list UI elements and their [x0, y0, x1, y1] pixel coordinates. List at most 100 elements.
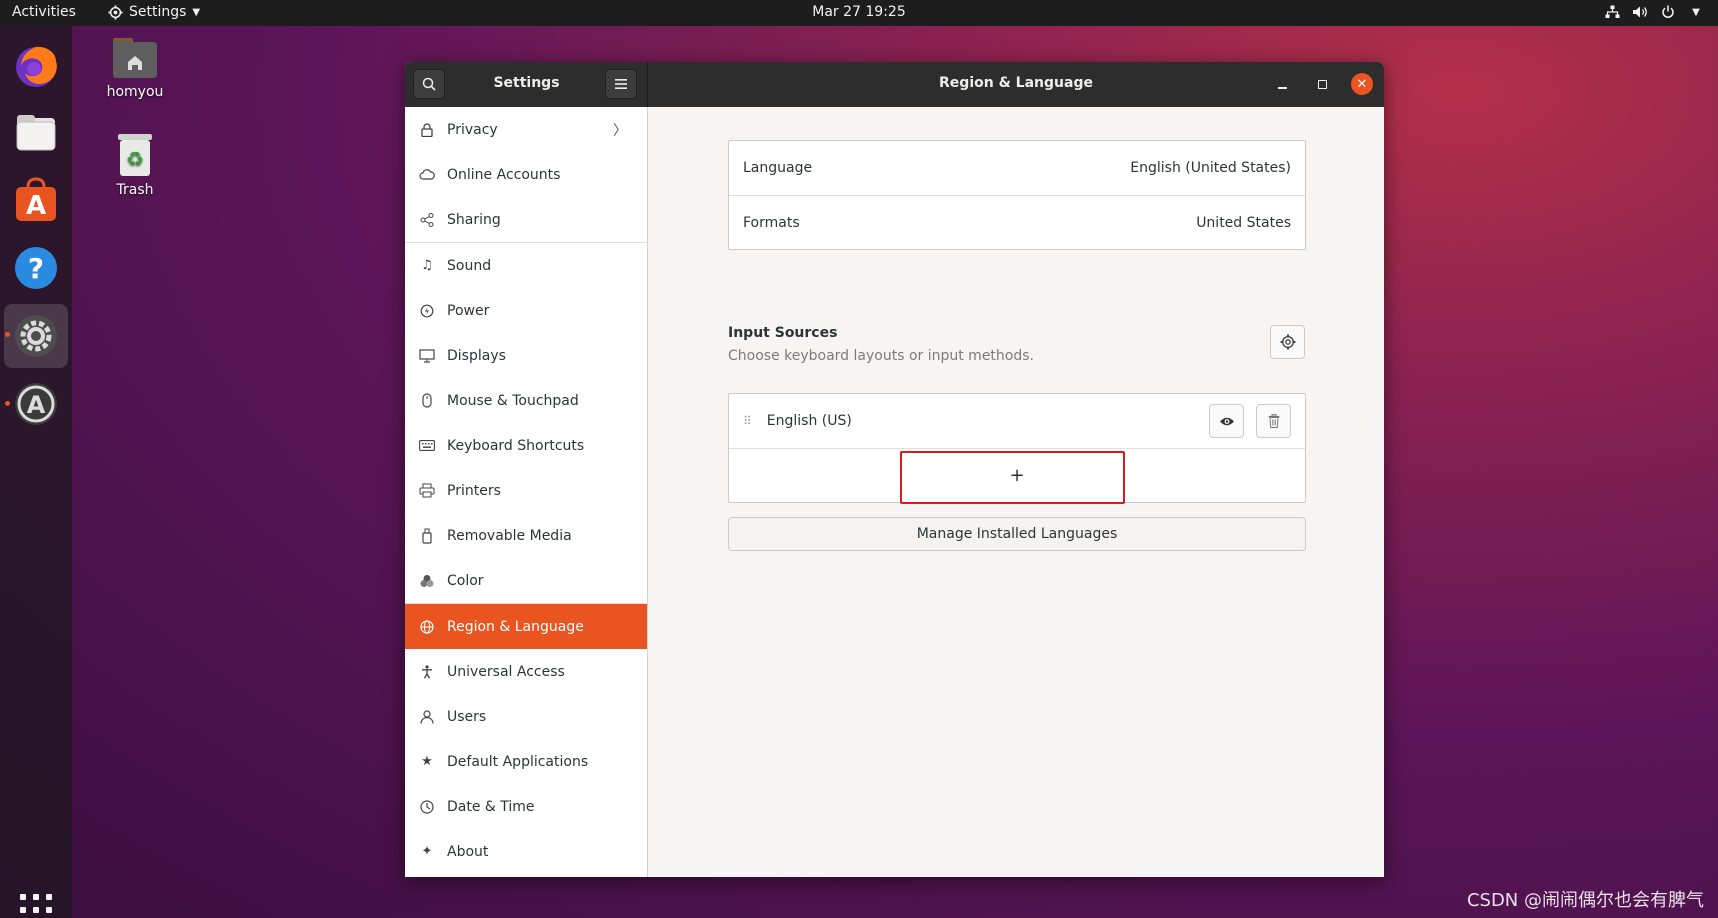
- sidebar-item-removable-media[interactable]: Removable Media: [405, 513, 647, 558]
- language-value: English (United States): [1130, 160, 1291, 176]
- drag-handle-icon[interactable]: ⠿: [743, 414, 753, 428]
- sidebar-item-label: Region & Language: [447, 618, 584, 635]
- home-folder-icon: [113, 38, 157, 78]
- language-formats-list: Language English (United States) Formats…: [728, 140, 1306, 250]
- top-bar: Activities Settings ▼ Mar 27 19:25 ▼: [0, 0, 1718, 26]
- firefox-launcher[interactable]: [4, 34, 68, 98]
- remove-input-source-button[interactable]: [1256, 404, 1291, 438]
- sidebar-item-universal-access[interactable]: Universal Access: [405, 649, 647, 694]
- show-applications-icon[interactable]: [20, 894, 52, 918]
- language-row[interactable]: Language English (United States): [729, 141, 1305, 195]
- desktop-trash[interactable]: ♻ Trash: [90, 132, 180, 198]
- sidebar-item-label: Sound: [447, 257, 492, 274]
- sidebar-item-label: Displays: [447, 347, 506, 364]
- mouse-icon: [417, 393, 437, 408]
- sidebar-item-date-time[interactable]: Date & Time: [405, 784, 647, 829]
- printer-icon: [417, 483, 437, 498]
- star-icon: ★: [421, 754, 433, 769]
- sidebar-item-users[interactable]: Users: [405, 694, 647, 739]
- power-icon[interactable]: [1660, 4, 1676, 20]
- input-sources-options-button[interactable]: [1270, 325, 1305, 359]
- formats-row[interactable]: Formats United States: [729, 195, 1305, 249]
- sidebar-item-default-applications[interactable]: ★ Default Applications: [405, 739, 647, 784]
- accessibility-icon: [417, 664, 437, 679]
- sidebar-item-mouse-touchpad[interactable]: Mouse & Touchpad: [405, 378, 647, 423]
- network-icon[interactable]: [1604, 4, 1620, 20]
- software-updater-icon: A: [15, 383, 57, 425]
- header-bar: Settings Region & Language ✕: [405, 62, 1384, 107]
- sidebar-item-online-accounts[interactable]: Online Accounts: [405, 152, 647, 197]
- hamburger-menu-icon: [615, 79, 627, 89]
- lock-icon: [417, 122, 437, 137]
- system-tray[interactable]: ▼: [1604, 4, 1704, 20]
- desktop-home-label: homyou: [106, 84, 164, 100]
- caret-down-icon[interactable]: ▼: [1688, 4, 1704, 20]
- settings-gear-icon: [15, 315, 57, 357]
- sidebar-item-label: Mouse & Touchpad: [447, 392, 579, 409]
- watermark: CSDN @闹闹偶尔也会有脾气: [1466, 890, 1704, 911]
- sidebar-item-keyboard-shortcuts[interactable]: Keyboard Shortcuts: [405, 423, 647, 468]
- maximize-button[interactable]: [1311, 73, 1333, 95]
- updater-launcher[interactable]: A: [4, 372, 68, 436]
- clock[interactable]: Mar 27 19:25: [0, 4, 1718, 20]
- share-icon: [417, 212, 437, 227]
- svg-text:?: ?: [28, 252, 44, 285]
- running-indicator: [5, 332, 10, 337]
- sidebar-item-label: Users: [447, 708, 487, 725]
- trash-icon: ♻: [118, 134, 152, 176]
- settings-sidebar: Privacy 〉 Online Accounts Sharing ♫ Soun…: [405, 107, 648, 877]
- sidebar-item-label: About: [447, 843, 489, 860]
- help-icon: ?: [15, 247, 57, 289]
- keyboard-icon: [417, 440, 437, 451]
- sidebar-item-sound[interactable]: ♫ Sound: [405, 243, 647, 288]
- input-source-row[interactable]: ⠿ English (US): [729, 394, 1305, 448]
- sidebar-item-about[interactable]: ✦ About: [405, 829, 647, 874]
- chevron-right-icon: 〉: [613, 122, 627, 139]
- desktop-trash-label: Trash: [116, 182, 154, 198]
- usb-icon: [417, 528, 437, 544]
- sidebar-item-printers[interactable]: Printers: [405, 468, 647, 513]
- sidebar-item-sharing[interactable]: Sharing: [405, 197, 647, 242]
- sidebar-item-label: Universal Access: [447, 663, 565, 680]
- clock-icon: [417, 799, 437, 814]
- svg-text:A: A: [27, 391, 46, 419]
- manage-installed-languages-button[interactable]: Manage Installed Languages: [728, 517, 1306, 551]
- menu-button[interactable]: [605, 69, 637, 99]
- language-label: Language: [743, 160, 813, 176]
- files-icon: [16, 115, 56, 151]
- input-sources-subtitle: Choose keyboard layouts or input methods…: [728, 348, 1034, 364]
- sidebar-item-label: Privacy: [447, 121, 498, 138]
- sidebar-item-label: Printers: [447, 482, 501, 499]
- gear-icon: [1280, 334, 1295, 350]
- sidebar-item-power[interactable]: Power: [405, 288, 647, 333]
- color-icon: [417, 574, 437, 588]
- sidebar-item-label: Default Applications: [447, 753, 589, 770]
- formats-value: United States: [1196, 214, 1291, 231]
- sidebar-item-privacy[interactable]: Privacy 〉: [405, 107, 647, 152]
- sidebar-item-label: Power: [447, 302, 490, 319]
- cloud-icon: [417, 169, 437, 180]
- sidebar-item-displays[interactable]: Displays: [405, 333, 647, 378]
- sidebar-item-region-language[interactable]: Region & Language: [405, 604, 647, 649]
- settings-launcher[interactable]: [4, 304, 68, 368]
- close-button[interactable]: ✕: [1351, 73, 1373, 95]
- files-launcher[interactable]: [4, 100, 68, 164]
- sparkle-icon: ✦: [421, 844, 433, 859]
- software-launcher[interactable]: A: [4, 168, 68, 232]
- svg-text:♻: ♻: [126, 147, 144, 171]
- music-note-icon: ♫: [421, 258, 433, 273]
- volume-icon[interactable]: [1632, 4, 1648, 20]
- ubuntu-software-icon: A: [16, 177, 56, 221]
- user-icon: [417, 709, 437, 724]
- sidebar-item-color[interactable]: Color: [405, 558, 647, 603]
- desktop-home-folder[interactable]: homyou: [90, 36, 180, 100]
- globe-icon: [417, 619, 437, 634]
- close-icon: ✕: [1356, 76, 1368, 92]
- annotation-highlight-box: [900, 451, 1125, 504]
- sidebar-item-label: Removable Media: [447, 527, 572, 544]
- help-launcher[interactable]: ?: [4, 236, 68, 300]
- preview-layout-button[interactable]: [1209, 404, 1244, 438]
- running-indicator: [5, 401, 10, 406]
- minimize-button[interactable]: [1271, 73, 1293, 95]
- svg-text:A: A: [26, 191, 46, 221]
